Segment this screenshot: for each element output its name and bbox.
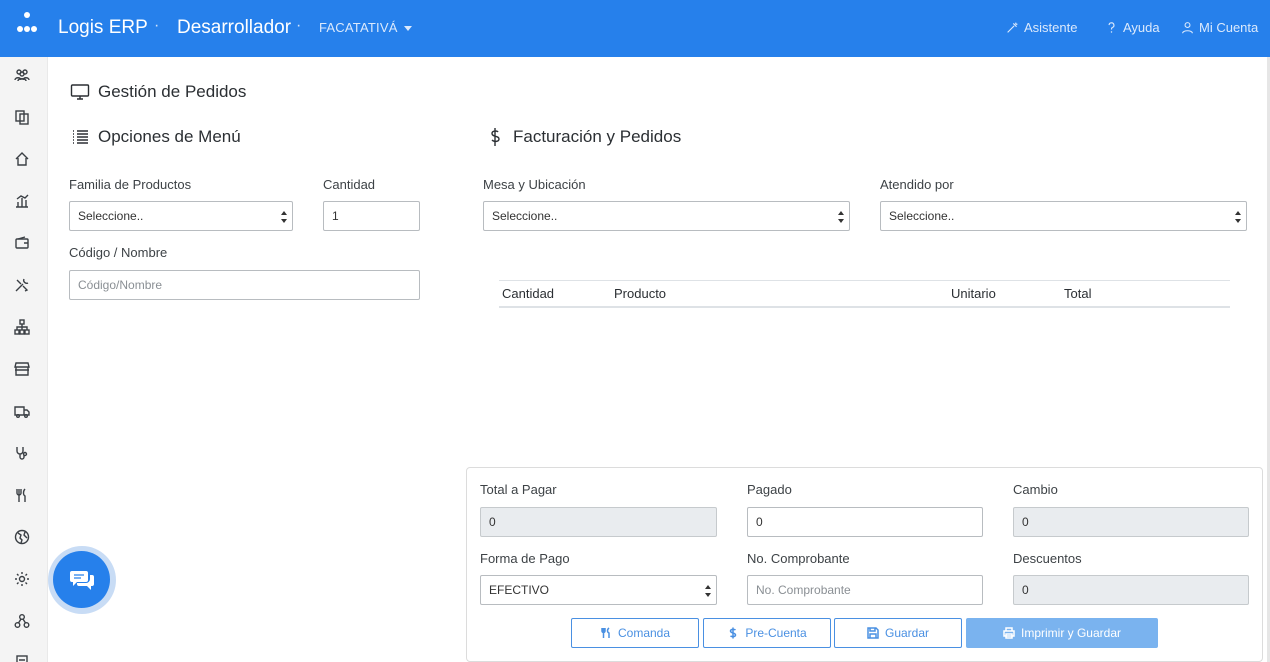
quantity-input[interactable]: 1	[323, 201, 420, 231]
nav-assistant[interactable]: Asistente	[1006, 20, 1077, 35]
select-arrows-icon	[1235, 211, 1241, 223]
dollar-icon	[730, 627, 737, 639]
family-select[interactable]: Seleccione..	[69, 201, 293, 231]
voucher-label: No. Comprobante	[747, 551, 850, 566]
code-search-input[interactable]: Código/Nombre	[69, 270, 420, 300]
monitor-icon	[70, 84, 90, 100]
hierarchy-icon[interactable]	[14, 319, 30, 335]
column-header-total: Total	[1064, 286, 1092, 301]
family-label: Familia de Productos	[69, 177, 192, 192]
page-title: Gestión de Pedidos	[70, 82, 246, 102]
truck-icon[interactable]	[14, 403, 30, 419]
sidebar	[0, 57, 48, 662]
print-and-save-button-label: Imprimir y Guardar	[1020, 626, 1121, 640]
menu-section-title-text: Opciones de Menú	[98, 127, 241, 146]
select-arrows-icon	[281, 211, 287, 223]
discount-field: 0	[1013, 575, 1249, 605]
column-header-quantity: Cantidad	[502, 286, 555, 301]
billing-section-title-text: Facturación y Pedidos	[513, 127, 682, 146]
branch-label: FACATATIVÁ	[319, 20, 398, 35]
print-and-save-button[interactable]: Imprimir y Guardar	[966, 618, 1158, 648]
quantity-label: Cantidad	[323, 177, 376, 192]
code-label: Código / Nombre	[69, 245, 168, 260]
save-button[interactable]: Guardar	[834, 618, 962, 648]
top-navbar: Logis ERP · Desarrollador · FACATATIVÁ A…	[0, 0, 1270, 57]
waiter-select[interactable]: Seleccione..	[880, 201, 1247, 231]
printer-icon	[1003, 627, 1015, 639]
table-location-label: Mesa y Ubicación	[483, 177, 586, 192]
header-separator: ·	[296, 17, 302, 34]
save-icon	[867, 627, 879, 639]
users-icon[interactable]	[14, 67, 30, 83]
nav-help-label: Ayuda	[1123, 20, 1160, 35]
payment-method-label: Forma de Pago	[480, 551, 570, 566]
chat-button[interactable]	[53, 551, 110, 608]
nav-account-label: Mi Cuenta	[1199, 20, 1259, 35]
page-title-text: Gestión de Pedidos	[98, 82, 247, 101]
stethoscope-icon[interactable]	[14, 445, 30, 461]
change-field: 0	[1013, 507, 1249, 537]
pre-cuenta-button[interactable]: Pre-Cuenta	[703, 618, 831, 648]
discount-label: Descuentos	[1013, 551, 1082, 566]
total-field: 0	[480, 507, 717, 537]
billing-section-title: Facturación y Pedidos	[485, 127, 681, 147]
total-label: Total a Pagar	[480, 482, 557, 497]
comanda-button[interactable]: Comanda	[571, 618, 699, 648]
paid-input[interactable]: 0	[747, 507, 983, 537]
column-header-unit-price: Unitario	[951, 286, 996, 301]
nav-help[interactable]: Ayuda	[1105, 20, 1160, 35]
column-header-product: Producto	[614, 286, 667, 301]
table-location-value: Seleccione..	[492, 209, 558, 223]
menu-section-title: Opciones de Menú	[70, 127, 241, 147]
store-icon[interactable]	[14, 361, 30, 377]
chart-icon[interactable]	[14, 193, 30, 209]
branch-dropdown[interactable]: FACATATIVÁ	[319, 20, 412, 35]
comanda-button-label: Comanda	[617, 626, 671, 640]
home-icon[interactable]	[14, 151, 30, 167]
table-location-select[interactable]: Seleccione..	[483, 201, 850, 231]
voucher-input[interactable]: No. Comprobante	[747, 575, 983, 605]
nav-account[interactable]: Mi Cuenta	[1181, 20, 1258, 35]
pre-cuenta-button-label: Pre-Cuenta	[745, 626, 807, 640]
header-separator: ·	[154, 17, 160, 34]
user-icon	[1182, 22, 1193, 34]
chat-icon	[69, 570, 94, 590]
app-logo-icon[interactable]	[16, 12, 38, 36]
copy-icon[interactable]	[14, 109, 30, 125]
question-icon	[1108, 22, 1115, 33]
waiter-label: Atendido por	[880, 177, 954, 192]
change-label: Cambio	[1013, 482, 1058, 497]
gear-icon[interactable]	[14, 571, 30, 587]
wallet-icon[interactable]	[14, 235, 30, 251]
app-name[interactable]: Logis ERP	[58, 17, 148, 39]
caret-down-icon	[403, 26, 412, 32]
utensils-icon[interactable]	[14, 487, 30, 503]
utensils-icon	[601, 627, 610, 638]
document-icon[interactable]	[14, 655, 30, 662]
magic-wand-icon	[1007, 22, 1018, 33]
globe-icon[interactable]	[14, 529, 30, 545]
select-arrows-icon	[705, 585, 711, 597]
paid-label: Pagado	[747, 482, 792, 497]
save-button-label: Guardar	[884, 626, 930, 640]
order-items-table: Cantidad Producto Unitario Total	[499, 280, 1230, 308]
company-name: Desarrollador	[177, 17, 292, 38]
nav-assistant-label: Asistente	[1024, 20, 1078, 35]
dollar-icon	[491, 128, 500, 146]
payment-method-value: EFECTIVO	[489, 583, 550, 597]
waiter-select-value: Seleccione..	[889, 209, 955, 223]
payment-method-select[interactable]: EFECTIVO	[480, 575, 717, 605]
tools-icon[interactable]	[14, 277, 30, 293]
list-icon	[73, 130, 88, 144]
network-icon[interactable]	[14, 613, 30, 629]
select-arrows-icon	[838, 211, 844, 223]
family-select-value: Seleccione..	[78, 209, 144, 223]
